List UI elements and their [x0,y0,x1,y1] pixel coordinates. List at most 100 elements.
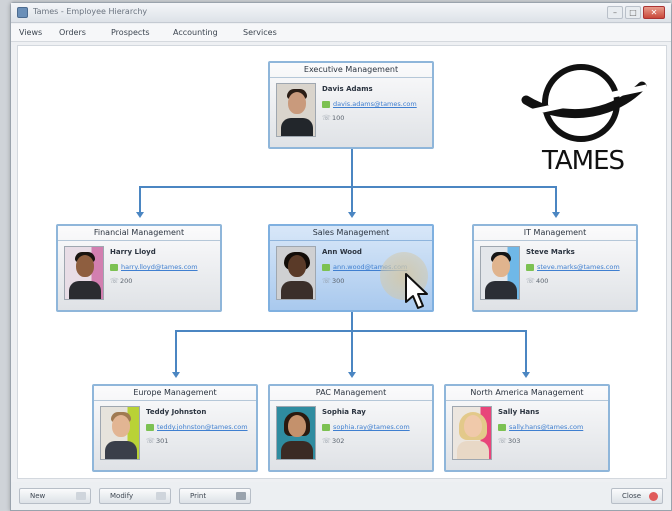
new-icon [76,492,86,500]
connector [351,330,353,374]
employee-name: Harry Lloyd [110,248,156,256]
menu-views[interactable]: Views [19,28,42,37]
menu-orders[interactable]: Orders [59,28,86,37]
card-title: North America Management [446,386,608,401]
employee-name: Davis Adams [322,85,373,93]
tames-logo: TAMES [518,58,648,178]
app-window: Tames - Employee Hierarchy – □ ✕ Views O… [10,2,672,511]
phone-icon: ☏ [526,276,535,285]
org-card-europe[interactable]: Europe Management Teddy Johnston teddy.j… [92,384,258,472]
menu-bar: Views Orders Prospects Accounting Servic… [11,24,671,42]
connector [525,330,527,374]
close-button-label: Close [622,492,642,500]
phone-icon: ☏ [322,276,331,285]
mail-icon [322,100,330,108]
bottom-toolbar: New Modify Print Close [11,482,671,510]
employee-name: Ann Wood [322,248,362,256]
connector [351,149,353,187]
employee-photo [480,246,520,300]
arrow-icon [552,212,560,218]
print-button-label: Print [190,492,207,500]
employee-name: Sophia Ray [322,408,366,416]
employee-phone: 302 [332,437,345,445]
window-title: Tames - Employee Hierarchy [33,7,148,16]
employee-photo [276,406,316,460]
employee-photo [452,406,492,460]
mouse-cursor-icon [405,273,428,309]
org-chart-canvas: Executive Management Davis Adams davis.a… [17,45,667,479]
title-bar: Tames - Employee Hierarchy – □ ✕ [11,3,671,23]
card-title: IT Management [474,226,636,241]
org-card-it[interactable]: IT Management Steve Marks steve.marks@ta… [472,224,638,312]
modify-button-label: Modify [110,492,134,500]
new-button-label: New [30,492,46,500]
employee-phone: 400 [536,277,549,285]
card-title: PAC Management [270,386,432,401]
phone-icon: ☏ [146,436,155,445]
employee-name: Steve Marks [526,248,575,256]
connector [139,186,141,214]
card-title: Financial Management [58,226,220,241]
employee-email-link[interactable]: davis.adams@tames.com [333,100,417,108]
print-button[interactable]: Print [179,488,251,504]
employee-email-link[interactable]: sophia.ray@tames.com [333,423,410,431]
employee-email-link[interactable]: harry.lloyd@tames.com [121,263,198,271]
employee-photo [100,406,140,460]
employee-photo [276,246,316,300]
employee-email-link[interactable]: steve.marks@tames.com [537,263,620,271]
employee-phone: 200 [120,277,133,285]
org-card-pac[interactable]: PAC Management Sophia Ray sophia.ray@tam… [268,384,434,472]
print-icon [236,492,246,500]
employee-photo [64,246,104,300]
menu-prospects[interactable]: Prospects [111,28,150,37]
employee-phone: 303 [508,437,521,445]
employee-phone: 301 [156,437,169,445]
minimize-button[interactable]: – [607,6,623,19]
mail-icon [322,423,330,431]
menu-services[interactable]: Services [243,28,277,37]
menu-accounting[interactable]: Accounting [173,28,218,37]
mail-icon [526,263,534,271]
close-window-button[interactable]: ✕ [643,6,665,19]
org-card-financial[interactable]: Financial Management Harry Lloyd harry.l… [56,224,222,312]
arrow-icon [348,212,356,218]
connector [555,186,557,214]
card-title: Sales Management [270,226,432,241]
maximize-button[interactable]: □ [625,6,641,19]
arrow-icon [348,372,356,378]
new-button[interactable]: New [19,488,91,504]
connector [175,330,177,374]
employee-email-link[interactable]: sally.hans@tames.com [509,423,583,431]
employee-phone: 300 [332,277,345,285]
mail-icon [498,423,506,431]
connector [351,311,353,331]
modify-icon [156,492,166,500]
app-icon [17,7,28,18]
connector [139,186,557,188]
employee-phone: 100 [332,114,345,122]
employee-email-link[interactable]: teddy.johnston@tames.com [157,423,248,431]
window-controls: – □ ✕ [607,6,665,19]
arrow-icon [522,372,530,378]
arrow-icon [172,372,180,378]
employee-photo [276,83,316,137]
phone-icon: ☏ [322,436,331,445]
phone-icon: ☏ [110,276,119,285]
card-title: Executive Management [270,63,432,78]
employee-name: Sally Hans [498,408,540,416]
phone-icon: ☏ [498,436,507,445]
mail-icon [146,423,154,431]
mail-icon [110,263,118,271]
card-title: Europe Management [94,386,256,401]
mail-icon [322,263,330,271]
close-button[interactable]: Close [611,488,663,504]
connector [351,186,353,214]
org-card-north-america[interactable]: North America Management Sally Hans sall… [444,384,610,472]
logo-text: TAMES [541,146,625,176]
globe-logo-icon [518,64,648,142]
close-icon [649,492,658,501]
modify-button[interactable]: Modify [99,488,171,504]
org-card-executive[interactable]: Executive Management Davis Adams davis.a… [268,61,434,149]
arrow-icon [136,212,144,218]
employee-name: Teddy Johnston [146,408,207,416]
